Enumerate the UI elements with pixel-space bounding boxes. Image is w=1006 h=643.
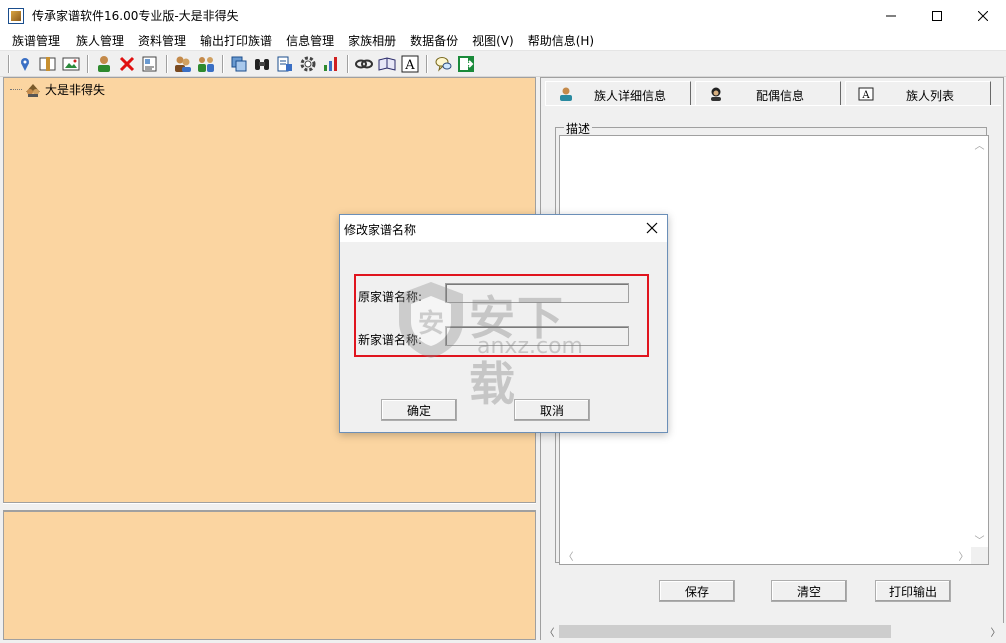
save-button[interactable]: 保存 <box>659 580 735 602</box>
tab-label: 族人详细信息 <box>593 89 666 103</box>
tab-spouse[interactable]: 配偶信息 <box>695 81 841 105</box>
app-icon <box>8 7 24 24</box>
tab-member-list[interactable]: A 族人列表 <box>845 81 991 105</box>
scroll-right-icon[interactable]: 〉 <box>987 623 1004 640</box>
menu-members[interactable]: 族人管理 <box>70 31 132 51</box>
toolbar-separator <box>87 55 89 73</box>
edit-card-icon[interactable] <box>139 54 160 75</box>
menu-backup[interactable]: 数据备份 <box>404 31 466 51</box>
tab-underline <box>545 105 1001 106</box>
tab-strip: 族人详细信息 配偶信息 A 族人列表 <box>545 81 1001 105</box>
menu-album[interactable]: 家族相册 <box>342 31 404 51</box>
print-button[interactable]: 打印输出 <box>875 580 951 602</box>
dialog-title: 修改家谱名称 <box>344 223 417 237</box>
group-icon[interactable] <box>172 54 193 75</box>
scroll-corner <box>971 547 988 564</box>
dialog-title-bar: 修改家谱名称 <box>340 215 667 242</box>
scroll-right-icon[interactable]: 〉 <box>955 547 972 564</box>
menu-materials[interactable]: 资料管理 <box>132 31 194 51</box>
menu-genealogy[interactable]: 族谱管理 <box>0 31 70 51</box>
window-title: 传承家谱软件16.00专业版-大是非得失 <box>32 9 239 23</box>
list-export-icon[interactable] <box>274 54 295 75</box>
map-pin-icon[interactable] <box>14 54 35 75</box>
svg-text:A: A <box>404 58 415 73</box>
close-icon <box>646 222 658 234</box>
bar-chart-icon[interactable] <box>320 54 341 75</box>
toolbar-separator <box>426 55 428 73</box>
chat-icon[interactable] <box>432 54 453 75</box>
tab-member-detail[interactable]: 族人详细信息 <box>545 81 691 105</box>
tab-label: 族人列表 <box>905 89 954 103</box>
toolbar: A <box>0 52 1006 77</box>
tree-root-node[interactable]: 大是非得失 <box>10 81 105 98</box>
ok-button[interactable]: 确定 <box>381 399 457 421</box>
scroll-up-icon[interactable]: ︿ <box>971 136 988 153</box>
tree-connector <box>10 89 22 90</box>
clear-button[interactable]: 清空 <box>771 580 847 602</box>
menu-bar: 族谱管理 族人管理 资料管理 输出打印族谱 信息管理 家族相册 数据备份 视图(… <box>0 31 1006 51</box>
rename-genealogy-dialog: 修改家谱名称 原家谱名称: 新家谱名称: 确定 取消 <box>339 214 668 433</box>
menu-view[interactable]: 视图(V) <box>466 31 522 51</box>
family-tree-icon <box>26 83 40 97</box>
link-icon[interactable] <box>353 54 374 75</box>
old-name-field[interactable] <box>445 283 629 303</box>
scroll-left-icon[interactable]: 〈 <box>560 547 577 564</box>
window-controls <box>868 0 1006 31</box>
scroll-down-icon[interactable]: ﹀ <box>971 531 988 548</box>
toolbar-separator <box>347 55 349 73</box>
tree-root-label: 大是非得失 <box>45 83 106 97</box>
toolbar-separator <box>8 55 10 73</box>
family-icon[interactable] <box>195 54 216 75</box>
description-hscroll[interactable]: 〈 〉 <box>560 547 972 564</box>
new-name-field[interactable] <box>445 326 629 346</box>
dialog-close-button[interactable] <box>643 219 661 237</box>
add-person-icon[interactable] <box>93 54 114 75</box>
book-icon[interactable] <box>37 54 58 75</box>
delete-icon[interactable] <box>116 54 137 75</box>
toolbar-separator <box>222 55 224 73</box>
pane-splitter[interactable] <box>3 503 536 511</box>
old-name-label: 原家谱名称: <box>358 290 423 304</box>
bottom-pane <box>3 511 536 640</box>
menu-info[interactable]: 信息管理 <box>280 31 342 51</box>
new-name-label: 新家谱名称: <box>358 333 423 347</box>
scroll-left-icon[interactable]: 〈 <box>541 623 558 640</box>
picture-icon[interactable] <box>60 54 81 75</box>
panel-hscroll[interactable]: 〈 〉 <box>541 623 1004 640</box>
title-bar: 传承家谱软件16.00专业版-大是非得失 <box>0 0 1006 31</box>
toolbar-separator <box>166 55 168 73</box>
minimize-button[interactable] <box>868 0 914 31</box>
menu-help[interactable]: 帮助信息(H) <box>522 31 602 51</box>
maximize-button[interactable] <box>914 0 960 31</box>
menu-print[interactable]: 输出打印族谱 <box>194 31 280 51</box>
text-icon[interactable]: A <box>399 54 420 75</box>
gear-icon[interactable] <box>297 54 318 75</box>
close-button[interactable] <box>960 0 1006 31</box>
binoculars-icon[interactable] <box>251 54 272 75</box>
tab-label: 配偶信息 <box>755 89 804 103</box>
exit-icon[interactable] <box>455 54 476 75</box>
scroll-thumb[interactable] <box>559 625 891 638</box>
copy-icon[interactable] <box>228 54 249 75</box>
description-vscroll[interactable]: ︿ ﹀ <box>971 136 988 548</box>
notebook-icon[interactable] <box>376 54 397 75</box>
cancel-button[interactable]: 取消 <box>514 399 590 421</box>
